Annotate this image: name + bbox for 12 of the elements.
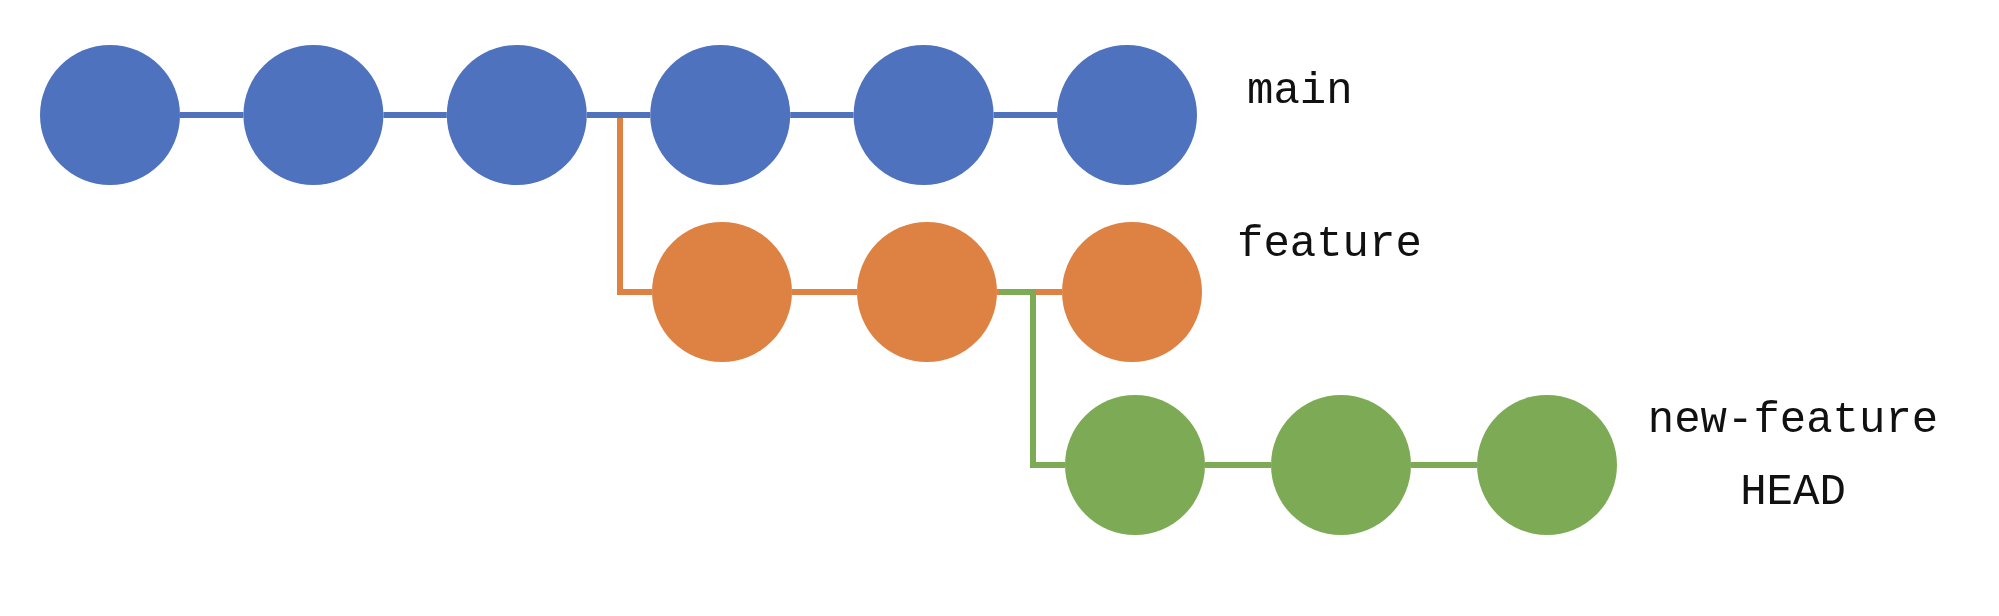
branch-line bbox=[993, 112, 1057, 118]
branch-line bbox=[1411, 462, 1477, 468]
branch-line bbox=[1205, 462, 1271, 468]
branch-label: new-feature bbox=[1647, 395, 1939, 445]
branch-label: feature bbox=[1237, 219, 1422, 269]
branch-line bbox=[790, 112, 854, 118]
branch-label: main bbox=[1247, 66, 1353, 116]
branch-line bbox=[180, 112, 244, 118]
branch-line bbox=[586, 112, 651, 118]
branch-label: HEAD bbox=[1740, 467, 1846, 517]
branch-line bbox=[792, 289, 857, 295]
branch-line bbox=[383, 112, 447, 118]
